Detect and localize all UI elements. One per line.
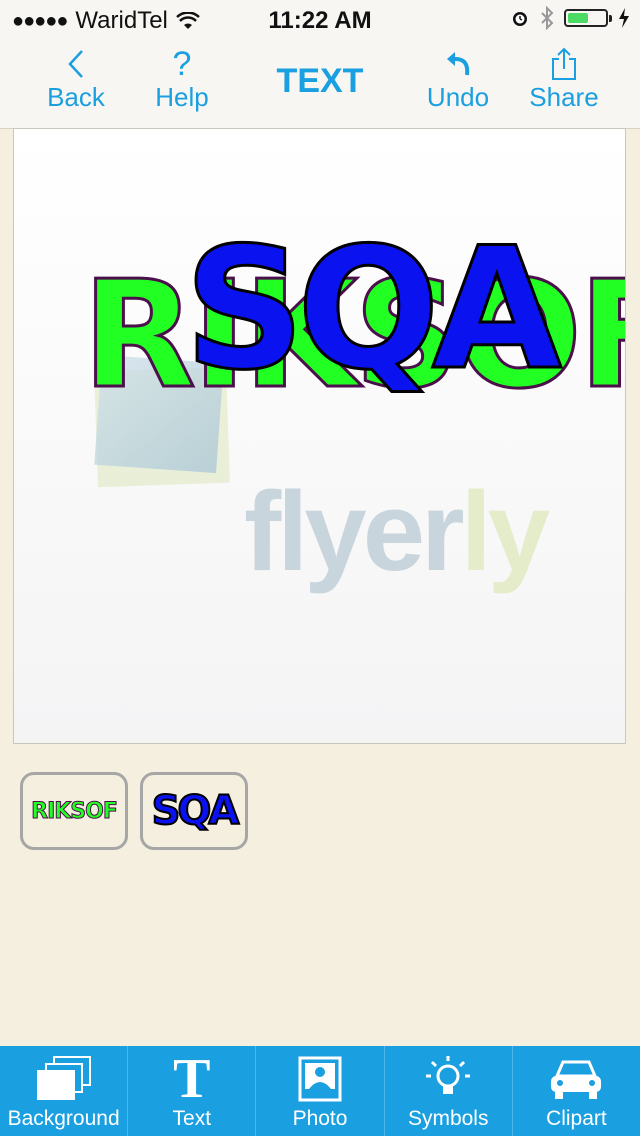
layer-thumbnail-label: RIKSOF: [31, 798, 119, 824]
tab-text-label: Text: [172, 1107, 212, 1130]
share-label: Share: [529, 82, 599, 112]
car-icon: [551, 1060, 602, 1099]
watermark-text-b: ly: [460, 469, 550, 594]
page-title: TEXT: [276, 62, 364, 100]
share-button[interactable]: Share: [524, 46, 604, 112]
tab-text[interactable]: T Text: [128, 1046, 257, 1136]
help-button[interactable]: ? Help: [150, 46, 214, 112]
question-mark-icon: ?: [172, 45, 192, 83]
battery-level: [568, 13, 588, 23]
help-label: Help: [155, 82, 209, 112]
background-layers-icon: [36, 1056, 91, 1100]
back-label: Back: [47, 82, 105, 112]
photo-portrait-icon: [298, 1056, 342, 1102]
layer-thumbnail-riksof[interactable]: RIKSOF: [20, 772, 128, 850]
tab-clipart[interactable]: Clipart: [513, 1046, 640, 1136]
tab-photo[interactable]: Photo: [256, 1046, 385, 1136]
tab-symbols[interactable]: Symbols: [385, 1046, 513, 1136]
flyer-canvas[interactable]: flyerly RIKSOF SQA: [13, 128, 626, 744]
tab-photo-label: Photo: [292, 1107, 348, 1130]
watermark-text-a: flyer: [244, 469, 465, 594]
undo-arrow-icon: [447, 52, 470, 76]
charging-bolt-icon: [619, 8, 629, 28]
back-button[interactable]: Back: [40, 46, 112, 112]
layer-thumbnail-sqa[interactable]: SQA: [140, 772, 248, 850]
status-bar: ●●●●● WaridTel 11:22 AM: [0, 0, 640, 40]
bluetooth-icon: [541, 6, 554, 30]
bottom-tab-bar: Background T Text Photo Symbols Clipart: [0, 1046, 640, 1136]
chevron-left-icon: [68, 50, 83, 78]
navigation-bar: Back ? Help TEXT Undo Share: [0, 40, 640, 129]
tab-background-label: Background: [7, 1107, 120, 1130]
text-t-icon: T: [173, 1048, 211, 1110]
lightbulb-icon: [426, 1056, 471, 1094]
tab-symbols-label: Symbols: [407, 1107, 489, 1130]
tab-background[interactable]: Background: [0, 1046, 129, 1136]
share-icon: [552, 47, 576, 80]
undo-button[interactable]: Undo: [420, 46, 496, 112]
layer-thumbnail-label: SQA: [151, 787, 241, 835]
text-layer-sqa[interactable]: SQA: [183, 210, 564, 409]
battery-icon: [564, 9, 612, 27]
flyerly-watermark: flyerly: [244, 467, 550, 596]
tab-clipart-label: Clipart: [546, 1107, 607, 1130]
alarm-clock-icon: [513, 12, 527, 26]
undo-label: Undo: [426, 82, 490, 112]
status-right: [510, 6, 630, 30]
